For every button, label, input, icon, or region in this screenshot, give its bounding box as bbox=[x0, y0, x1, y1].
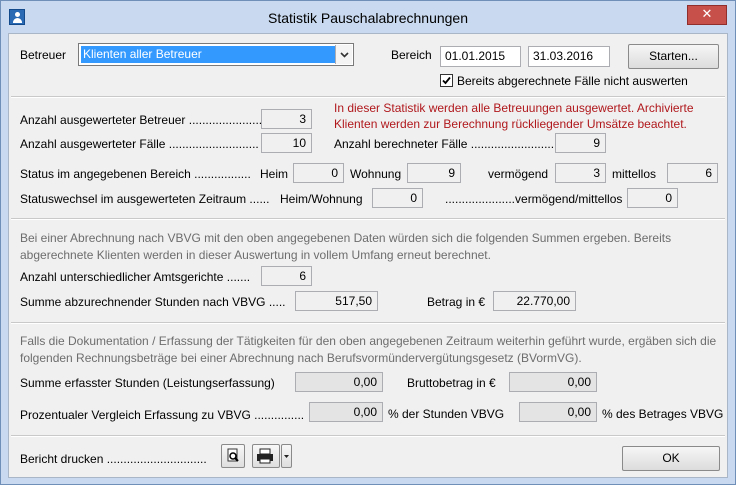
vergleich-label: Prozentualer Vergleich Erfassung zu VBVG… bbox=[20, 408, 305, 422]
berechnete-faelle-label: Anzahl berechneter Fälle ...............… bbox=[334, 137, 561, 151]
separator bbox=[11, 435, 725, 437]
betrag-label: Betrag in € bbox=[427, 295, 486, 309]
erfasste-stunden-value: 0,00 bbox=[295, 372, 383, 392]
bereich-label: Bereich bbox=[391, 48, 432, 62]
statuswechsel-label: Statuswechsel im ausgewerteten Zeitraum … bbox=[20, 192, 270, 206]
chevron-down-icon bbox=[284, 455, 289, 458]
verm-mittellos-label: .....................vermögend/mittellos bbox=[445, 192, 623, 206]
separator bbox=[11, 96, 725, 98]
betreuer-dropdown[interactable]: Klienten aller Betreuer bbox=[78, 43, 354, 66]
stunden-vbvg-value: 517,50 bbox=[295, 291, 378, 311]
ok-button-label: OK bbox=[662, 451, 680, 465]
amtsgerichte-value: 6 bbox=[261, 266, 312, 286]
betreuer-label: Betreuer bbox=[20, 48, 67, 62]
checkmark-icon bbox=[442, 76, 451, 85]
separator bbox=[11, 322, 725, 324]
heim-wohnung-value: 0 bbox=[372, 188, 423, 208]
betrag-value: 22.770,00 bbox=[493, 291, 576, 311]
anzahl-betreuer-value: 3 bbox=[261, 109, 312, 129]
dialog-window: Statistik Pauschalabrechnungen ✕ Betreue… bbox=[0, 0, 736, 485]
vergleich-betrag-suffix: % des Betrages VBVG bbox=[602, 407, 724, 421]
start-button[interactable]: Starten... bbox=[628, 44, 719, 69]
bericht-drucken-label: Bericht drucken ........................… bbox=[20, 452, 207, 466]
bruttobetrag-value: 0,00 bbox=[509, 372, 597, 392]
anzahl-faelle-value: 10 bbox=[261, 133, 312, 153]
exclude-billed-checkbox[interactable] bbox=[440, 74, 453, 87]
vbvg-info-text: Bei einer Abrechnung nach VBVG mit den o… bbox=[20, 231, 672, 262]
stunden-vbvg-label: Summe abzurechnender Stunden nach VBVG .… bbox=[20, 295, 286, 309]
heim-label: Heim bbox=[260, 167, 289, 181]
print-options-dropdown[interactable] bbox=[281, 444, 292, 468]
window-title: Statistik Pauschalabrechnungen bbox=[267, 10, 469, 26]
bruttobetrag-label: Bruttobetrag in € bbox=[407, 376, 496, 390]
verm-mittellos-value: 0 bbox=[627, 188, 678, 208]
erfasste-stunden-label: Summe erfasster Stunden (Leistungserfass… bbox=[20, 376, 275, 390]
anzahl-betreuer-label: Anzahl ausgewerteter Betreuer ..........… bbox=[20, 113, 263, 127]
vergleich-stunden-value: 0,00 bbox=[309, 402, 383, 422]
amtsgerichte-label: Anzahl unterschiedlicher Amtsgerichte ..… bbox=[20, 270, 251, 284]
betreuer-selected-value: Klienten aller Betreuer bbox=[81, 46, 335, 63]
title-bar[interactable]: Statistik Pauschalabrechnungen ✕ bbox=[1, 1, 735, 33]
vergleich-betrag-value: 0,00 bbox=[519, 402, 597, 422]
vermoegend-label: vermögend bbox=[488, 167, 549, 181]
close-button[interactable]: ✕ bbox=[687, 5, 727, 25]
print-preview-icon[interactable] bbox=[221, 444, 245, 468]
ok-button[interactable]: OK bbox=[622, 446, 720, 471]
chevron-down-icon[interactable] bbox=[335, 45, 352, 64]
date-to-input[interactable]: 31.03.2016 bbox=[528, 46, 610, 67]
berechnete-faelle-value: 9 bbox=[555, 133, 606, 153]
vermoegend-value: 3 bbox=[555, 163, 606, 183]
start-button-label: Starten... bbox=[649, 49, 698, 63]
mittellos-label: mittellos bbox=[612, 167, 657, 181]
statistics-info-text: In dieser Statistik werden alle Betreuun… bbox=[334, 101, 694, 131]
status-label: Status im angegebenen Bereich ..........… bbox=[20, 167, 251, 181]
exclude-billed-label[interactable]: Bereits abgerechnete Fälle nicht auswert… bbox=[457, 74, 688, 88]
bvormvg-info-text: Falls die Dokumentation / Erfassung der … bbox=[20, 334, 717, 365]
wohnung-value: 9 bbox=[407, 163, 461, 183]
heim-wohnung-label: Heim/Wohnung bbox=[280, 192, 363, 206]
dialog-body: Betreuer Klienten aller Betreuer Bereich… bbox=[8, 33, 728, 478]
date-from-input[interactable]: 01.01.2015 bbox=[440, 46, 521, 67]
wohnung-label: Wohnung bbox=[350, 167, 402, 181]
printer-icon[interactable] bbox=[252, 444, 280, 468]
heim-value: 0 bbox=[293, 163, 344, 183]
anzahl-faelle-label: Anzahl ausgewerteter Fälle .............… bbox=[20, 137, 259, 151]
separator bbox=[11, 218, 725, 220]
mittellos-value: 6 bbox=[667, 163, 718, 183]
vergleich-stunden-suffix: % der Stunden VBVG bbox=[388, 407, 505, 421]
